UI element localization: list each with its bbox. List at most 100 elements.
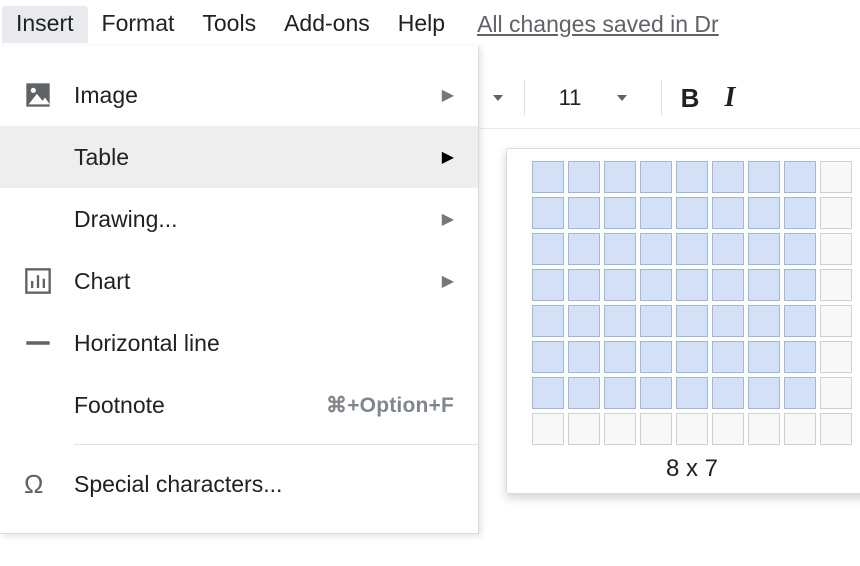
table-size-cell[interactable] (532, 161, 564, 193)
table-size-cell[interactable] (676, 269, 708, 301)
menu-item-horizontal-line[interactable]: Horizontal line (0, 312, 478, 374)
italic-button[interactable]: I (710, 82, 750, 114)
table-size-cell[interactable] (676, 341, 708, 373)
font-size-selector[interactable]: 11 (533, 85, 653, 111)
table-size-cell[interactable] (532, 413, 564, 445)
table-size-cell[interactable] (676, 413, 708, 445)
table-size-grid[interactable] (519, 161, 860, 445)
table-size-cell[interactable] (712, 305, 744, 337)
table-size-cell[interactable] (712, 341, 744, 373)
table-size-cell[interactable] (712, 161, 744, 193)
table-size-cell[interactable] (712, 197, 744, 229)
table-size-cell[interactable] (784, 233, 816, 265)
table-size-cell[interactable] (640, 305, 672, 337)
table-size-cell[interactable] (532, 233, 564, 265)
menubar-item-format[interactable]: Format (88, 6, 189, 43)
table-size-cell[interactable] (748, 413, 780, 445)
table-size-cell[interactable] (532, 377, 564, 409)
table-size-cell[interactable] (640, 377, 672, 409)
table-size-cell[interactable] (532, 197, 564, 229)
menu-item-special-characters[interactable]: Ω Special characters... (0, 453, 478, 515)
table-size-cell[interactable] (568, 413, 600, 445)
table-size-cell[interactable] (784, 197, 816, 229)
table-size-cell[interactable] (820, 269, 852, 301)
table-size-cell[interactable] (604, 197, 636, 229)
table-size-cell[interactable] (676, 233, 708, 265)
table-size-cell[interactable] (748, 341, 780, 373)
table-size-cell[interactable] (676, 377, 708, 409)
toolbar-separator (661, 80, 662, 116)
table-size-cell[interactable] (568, 161, 600, 193)
table-size-cell[interactable] (820, 341, 852, 373)
table-size-cell[interactable] (568, 233, 600, 265)
table-size-cell[interactable] (748, 233, 780, 265)
table-size-cell[interactable] (784, 269, 816, 301)
table-size-cell[interactable] (532, 269, 564, 301)
table-size-cell[interactable] (748, 377, 780, 409)
table-size-cell[interactable] (676, 161, 708, 193)
table-size-cell[interactable] (568, 377, 600, 409)
table-size-cell[interactable] (748, 305, 780, 337)
menu-item-image[interactable]: Image ▶ (0, 64, 478, 126)
table-size-cell[interactable] (604, 269, 636, 301)
table-size-cell[interactable] (532, 305, 564, 337)
menu-item-chart[interactable]: Chart ▶ (0, 250, 478, 312)
table-size-cell[interactable] (820, 377, 852, 409)
table-size-cell[interactable] (640, 161, 672, 193)
table-size-cell[interactable] (604, 233, 636, 265)
table-size-cell[interactable] (712, 377, 744, 409)
table-size-cell[interactable] (820, 197, 852, 229)
table-size-cell[interactable] (784, 161, 816, 193)
insert-menu: Image ▶ Table ▶ Drawing... ▶ Chart ▶ Hor… (0, 46, 479, 534)
table-size-cell[interactable] (820, 233, 852, 265)
menu-item-table[interactable]: Table ▶ (0, 126, 478, 188)
table-size-cell[interactable] (604, 305, 636, 337)
menubar-item-help[interactable]: Help (384, 6, 459, 43)
table-size-cell[interactable] (784, 377, 816, 409)
table-size-cell[interactable] (604, 413, 636, 445)
menu-label: Chart (74, 268, 434, 295)
table-size-cell[interactable] (784, 341, 816, 373)
toolbar-separator (524, 80, 525, 116)
table-size-cell[interactable] (640, 233, 672, 265)
table-size-cell[interactable] (820, 305, 852, 337)
table-size-cell[interactable] (712, 269, 744, 301)
font-family-dropdown[interactable] (480, 95, 516, 101)
table-size-cell[interactable] (676, 197, 708, 229)
menu-item-footnote[interactable]: Footnote ⌘+Option+F (0, 374, 478, 436)
bold-button[interactable]: B (670, 83, 710, 114)
save-status[interactable]: All changes saved in Dr (477, 11, 719, 38)
table-size-cell[interactable] (604, 161, 636, 193)
table-size-cell[interactable] (532, 341, 564, 373)
table-size-cell[interactable] (640, 197, 672, 229)
table-size-cell[interactable] (784, 413, 816, 445)
table-size-cell[interactable] (784, 305, 816, 337)
menu-separator (74, 444, 478, 445)
table-size-cell[interactable] (820, 413, 852, 445)
table-size-cell[interactable] (604, 377, 636, 409)
table-size-cell[interactable] (568, 305, 600, 337)
menu-label: Drawing... (74, 206, 434, 233)
menubar-item-insert[interactable]: Insert (2, 6, 88, 43)
table-size-cell[interactable] (568, 197, 600, 229)
menubar-label: Insert (16, 10, 74, 36)
menu-label: Special characters... (74, 471, 454, 498)
table-size-cell[interactable] (748, 269, 780, 301)
table-size-cell[interactable] (712, 413, 744, 445)
image-icon (24, 81, 74, 109)
table-size-cell[interactable] (748, 161, 780, 193)
menubar: Insert Format Tools Add-ons Help All cha… (0, 0, 860, 44)
menu-item-drawing[interactable]: Drawing... ▶ (0, 188, 478, 250)
table-size-cell[interactable] (676, 305, 708, 337)
table-size-cell[interactable] (712, 233, 744, 265)
table-size-cell[interactable] (568, 269, 600, 301)
table-size-cell[interactable] (640, 269, 672, 301)
table-size-cell[interactable] (640, 413, 672, 445)
menubar-item-addons[interactable]: Add-ons (270, 6, 384, 43)
table-size-cell[interactable] (604, 341, 636, 373)
table-size-cell[interactable] (820, 161, 852, 193)
table-size-cell[interactable] (640, 341, 672, 373)
table-size-cell[interactable] (748, 197, 780, 229)
table-size-cell[interactable] (568, 341, 600, 373)
menubar-item-tools[interactable]: Tools (188, 6, 270, 43)
